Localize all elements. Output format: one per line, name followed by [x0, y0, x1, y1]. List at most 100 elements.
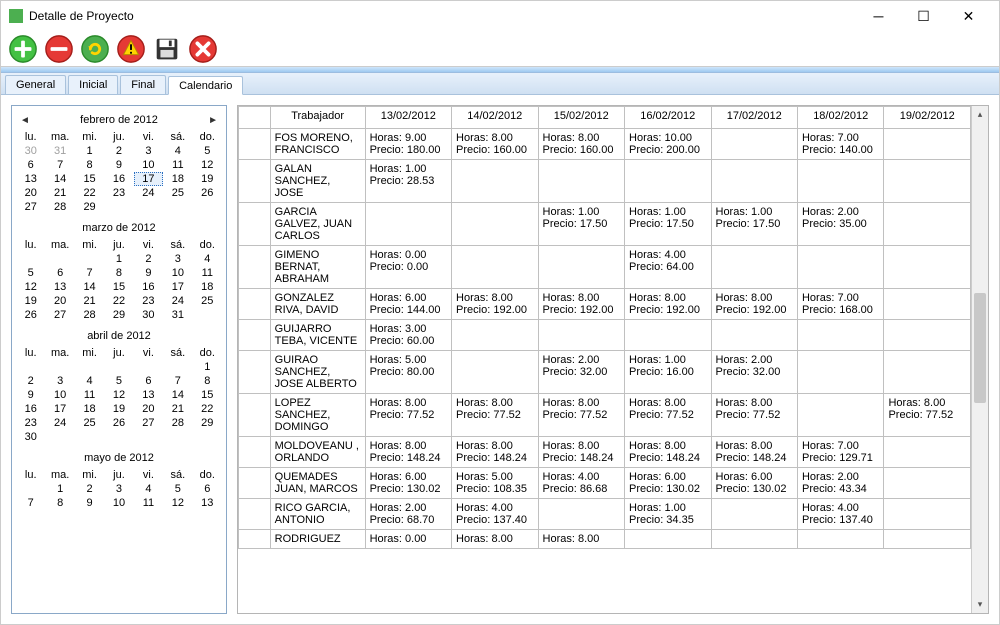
schedule-cell[interactable]: Horas: 2.00Precio: 32.00: [711, 351, 797, 394]
calendar-day[interactable]: 28: [45, 200, 74, 214]
schedule-cell[interactable]: Horas: 2.00Precio: 68.70: [365, 499, 451, 530]
schedule-cell[interactable]: Horas: 8.00Precio: 77.52: [365, 394, 451, 437]
calendar-day[interactable]: 17: [45, 402, 74, 416]
schedule-cell[interactable]: Horas: 4.00Precio: 137.40: [452, 499, 538, 530]
calendar-day[interactable]: 6: [16, 158, 45, 172]
calendar-day[interactable]: 21: [163, 402, 192, 416]
schedule-cell[interactable]: Horas: 2.00Precio: 35.00: [797, 203, 883, 246]
calendar-day[interactable]: 9: [104, 158, 133, 172]
calendar-day[interactable]: 2: [104, 144, 133, 158]
schedule-cell[interactable]: Horas: 1.00Precio: 28.53: [365, 160, 451, 203]
schedule-cell[interactable]: [884, 468, 971, 499]
calendar-day[interactable]: 17: [163, 280, 192, 294]
schedule-cell[interactable]: [884, 499, 971, 530]
calendar-day[interactable]: 19: [104, 402, 133, 416]
schedule-cell[interactable]: [711, 320, 797, 351]
calendar-day[interactable]: 3: [134, 144, 163, 158]
schedule-cell[interactable]: [711, 530, 797, 549]
schedule-cell[interactable]: Horas: 8.00Precio: 148.24: [365, 437, 451, 468]
schedule-cell[interactable]: Horas: 8.00Precio: 148.24: [538, 437, 624, 468]
schedule-cell[interactable]: Horas: 7.00Precio: 129.71: [797, 437, 883, 468]
calendar-day[interactable]: 21: [45, 186, 74, 200]
schedule-cell[interactable]: [797, 320, 883, 351]
schedule-cell[interactable]: [797, 160, 883, 203]
schedule-cell[interactable]: [625, 530, 711, 549]
schedule-cell[interactable]: [884, 246, 971, 289]
add-button[interactable]: [7, 33, 39, 65]
schedule-cell[interactable]: [452, 246, 538, 289]
calendar-day[interactable]: 10: [134, 158, 163, 172]
calendar-day[interactable]: 5: [163, 482, 192, 496]
calendar-day[interactable]: 6: [45, 266, 74, 280]
schedule-cell[interactable]: Horas: 8.00: [452, 530, 538, 549]
calendar-day[interactable]: 28: [163, 416, 192, 430]
scroll-up-icon[interactable]: ▴: [972, 106, 988, 123]
schedule-cell[interactable]: Horas: 5.00Precio: 108.35: [452, 468, 538, 499]
schedule-cell[interactable]: Horas: 8.00: [538, 530, 624, 549]
calendar-day[interactable]: 30: [16, 144, 45, 158]
schedule-cell[interactable]: [538, 246, 624, 289]
schedule-cell[interactable]: Horas: 4.00Precio: 137.40: [797, 499, 883, 530]
calendar-day[interactable]: 26: [193, 186, 222, 200]
close-button[interactable]: ✕: [946, 2, 991, 30]
calendar-day[interactable]: 26: [104, 416, 133, 430]
calendar-day[interactable]: 4: [193, 252, 222, 266]
schedule-cell[interactable]: [797, 351, 883, 394]
minimize-button[interactable]: ─: [856, 2, 901, 30]
calendar-day[interactable]: 16: [104, 172, 133, 186]
warning-button[interactable]: [115, 33, 147, 65]
schedule-cell[interactable]: Horas: 6.00Precio: 130.02: [711, 468, 797, 499]
calendar-day[interactable]: 10: [45, 388, 74, 402]
calendar-day[interactable]: 31: [45, 144, 74, 158]
schedule-cell[interactable]: [711, 160, 797, 203]
calendar-day[interactable]: 3: [45, 374, 74, 388]
schedule-cell[interactable]: [452, 351, 538, 394]
calendar-day[interactable]: 5: [104, 374, 133, 388]
schedule-cell[interactable]: Horas: 8.00Precio: 192.00: [711, 289, 797, 320]
calendar-day[interactable]: 14: [45, 172, 74, 186]
schedule-cell[interactable]: [884, 351, 971, 394]
calendar-day[interactable]: 19: [16, 294, 45, 308]
schedule-cell[interactable]: Horas: 8.00Precio: 77.52: [625, 394, 711, 437]
schedule-cell[interactable]: [711, 499, 797, 530]
schedule-cell[interactable]: Horas: 6.00Precio: 130.02: [625, 468, 711, 499]
calendar-day[interactable]: 4: [163, 144, 192, 158]
calendar-day[interactable]: 7: [163, 374, 192, 388]
calendar-day[interactable]: 24: [163, 294, 192, 308]
calendar-day[interactable]: 11: [75, 388, 104, 402]
calendar-day[interactable]: 8: [193, 374, 222, 388]
cancel-button[interactable]: [187, 33, 219, 65]
schedule-cell[interactable]: Horas: 8.00Precio: 192.00: [538, 289, 624, 320]
scroll-down-icon[interactable]: ▾: [972, 596, 988, 613]
calendar-day[interactable]: 31: [163, 308, 192, 322]
calendar-day[interactable]: 7: [45, 158, 74, 172]
calendar-day[interactable]: 13: [193, 496, 222, 510]
calendar-day[interactable]: 29: [75, 200, 104, 214]
calendar-day[interactable]: 15: [193, 388, 222, 402]
calendar-day[interactable]: 12: [104, 388, 133, 402]
schedule-cell[interactable]: Horas: 8.00Precio: 148.24: [625, 437, 711, 468]
schedule-cell[interactable]: [538, 320, 624, 351]
calendar-day[interactable]: 8: [75, 158, 104, 172]
schedule-cell[interactable]: [711, 129, 797, 160]
calendar-day[interactable]: 21: [75, 294, 104, 308]
schedule-cell[interactable]: [884, 129, 971, 160]
calendar-day[interactable]: 1: [75, 144, 104, 158]
schedule-cell[interactable]: [452, 320, 538, 351]
calendar-day[interactable]: 23: [16, 416, 45, 430]
calendar-day[interactable]: 20: [45, 294, 74, 308]
schedule-cell[interactable]: Horas: 1.00Precio: 34.35: [625, 499, 711, 530]
tab-final[interactable]: Final: [120, 75, 166, 94]
tab-inicial[interactable]: Inicial: [68, 75, 118, 94]
save-button[interactable]: [151, 33, 183, 65]
schedule-cell[interactable]: Horas: 8.00Precio: 160.00: [538, 129, 624, 160]
schedule-cell[interactable]: [625, 160, 711, 203]
calendar-day[interactable]: 17: [134, 172, 163, 186]
calendar-day[interactable]: 18: [75, 402, 104, 416]
schedule-cell[interactable]: Horas: 5.00Precio: 80.00: [365, 351, 451, 394]
calendar-day[interactable]: 18: [163, 172, 192, 186]
calendar-day[interactable]: 1: [104, 252, 133, 266]
schedule-cell[interactable]: Horas: 0.00Precio: 0.00: [365, 246, 451, 289]
calendar-day[interactable]: 23: [134, 294, 163, 308]
calendar-day[interactable]: 2: [16, 374, 45, 388]
